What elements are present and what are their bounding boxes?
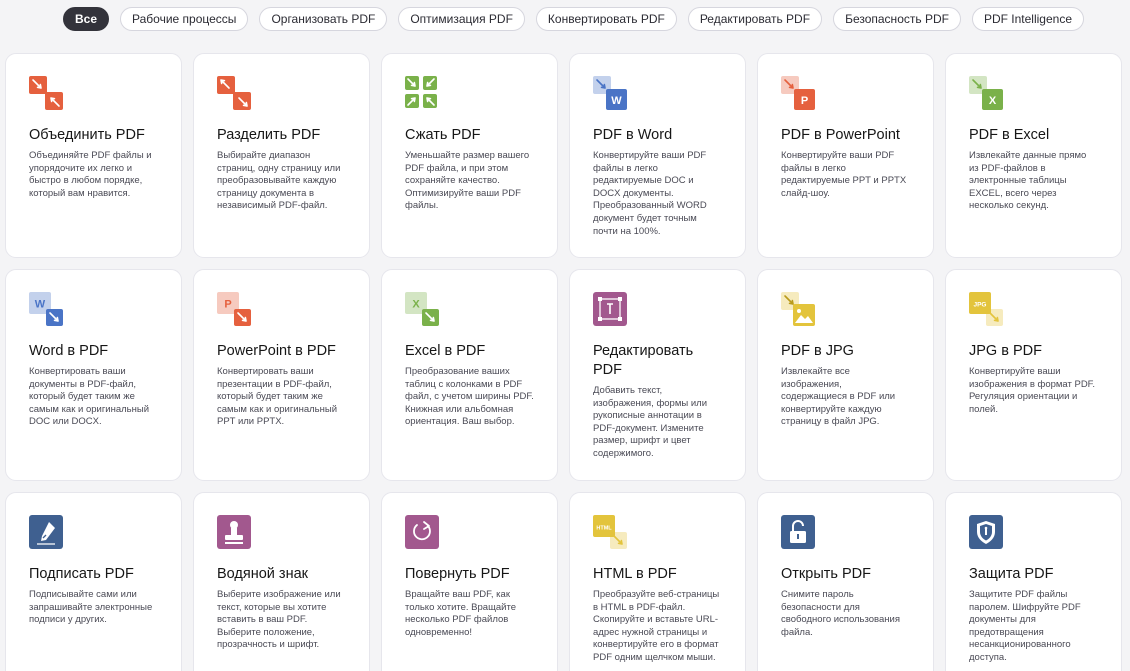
svg-text:P: P (801, 95, 808, 107)
excel-to-pdf-icon: X (405, 292, 441, 328)
filter-pill[interactable]: Все (63, 7, 110, 31)
tool-title: PDF в PowerPoint (781, 127, 900, 143)
jpg-to-pdf-icon: JPG (969, 292, 1005, 328)
tool-description: Подписывайте сами или запрашивайте элект… (29, 589, 153, 626)
tool-title: Подписать PDF (29, 566, 134, 582)
svg-text:W: W (35, 299, 46, 311)
filter-pill[interactable]: Редактировать PDF (687, 7, 823, 31)
tool-title: PowerPoint в PDF (217, 343, 336, 359)
sign-pdf-icon (29, 515, 65, 551)
tool-title: Word в PDF (29, 343, 109, 359)
svg-text:P: P (224, 299, 231, 311)
svg-text:W: W (611, 95, 622, 107)
tool-title: Повернуть PDF (405, 566, 510, 582)
tool-description: Извлекайте все изображения, содержащиеся… (781, 366, 896, 428)
filter-pill[interactable]: Конвертировать PDF (535, 7, 677, 31)
tool-title: PDF в Word (593, 127, 673, 143)
tool-description: Вращайте ваш PDF, как только хотите. Вра… (405, 589, 517, 638)
tool-card[interactable]: Защита PDF Защитите PDF файлы паролем. Ши… (945, 492, 1122, 671)
powerpoint-to-pdf-icon: P (217, 292, 253, 328)
tool-title: PDF в JPG (781, 343, 854, 359)
filter-pill[interactable]: Оптимизация PDF (398, 7, 525, 31)
filter-pill[interactable]: Рабочие процессы (120, 7, 249, 31)
tool-card[interactable]: Сжать PDF Уменьшайте размер вашего PDF фа… (381, 53, 558, 258)
tool-description: Преобразование ваших таблиц с колонками … (405, 366, 534, 428)
tool-title: Сжать PDF (405, 127, 481, 143)
tool-description: Конвертируйте ваши PDF файлы в легко ред… (593, 150, 707, 237)
rotate-pdf-icon (405, 515, 441, 551)
pdf-to-jpg-icon (781, 292, 817, 328)
tool-title: Разделить PDF (217, 127, 321, 143)
pdf-to-word-icon: W (593, 76, 629, 112)
tool-description: Выбирайте диапазон страниц, одну страниц… (217, 150, 341, 212)
tool-card[interactable]: X Excel в PDF Преобразование ваших таблиц … (381, 269, 558, 481)
tool-description: Извлекайте данные прямо из PDF-файлов в … (969, 150, 1087, 212)
tool-card[interactable]: W Word в PDF Конвертировать ваши документы… (5, 269, 182, 481)
tool-title: HTML в PDF (593, 566, 677, 582)
svg-text:JPG: JPG (973, 302, 986, 309)
tool-title: Водяной знак (217, 566, 308, 582)
category-filters: Все Рабочие процессы Организовать PDF Оптим… (63, 7, 1084, 31)
compress-icon (405, 76, 441, 112)
tool-title: Защита PDF (969, 566, 1054, 582)
tool-card[interactable]: Подписать PDF Подписывайте сами или запра… (5, 492, 182, 671)
unlock-pdf-icon (781, 515, 817, 551)
tool-description: Добавить текст, изображения, формы или р… (593, 385, 707, 459)
tool-card[interactable]: Повернуть PDF Вращайте ваш PDF, как тольк… (381, 492, 558, 671)
tool-description: Конвертируйте ваши изображения в формат … (969, 366, 1096, 415)
tool-title: JPG в PDF (969, 343, 1042, 359)
html-to-pdf-icon: HTML (593, 515, 629, 551)
tool-description: Уменьшайте размер вашего PDF файла, и пр… (405, 150, 530, 212)
tool-card[interactable]: Водяной знак Выберите изображение или тек… (193, 492, 370, 671)
tool-card[interactable]: HTML HTML в PDF Преобразуйте веб-страницы … (569, 492, 746, 671)
tool-description: Конвертировать ваши презентации в PDF-фа… (217, 366, 338, 428)
tools-page: Все Рабочие процессы Организовать PDF Оптим… (0, 0, 1130, 671)
pdf-to-excel-icon: X (969, 76, 1005, 112)
merge-icon (29, 76, 65, 112)
protect-pdf-icon (969, 515, 1005, 551)
tool-description: Объединяйте PDF файлы и упорядочите их л… (29, 150, 152, 199)
tool-card[interactable]: Редактировать PDF Добавить текст, изображ… (569, 269, 746, 481)
watermark-icon (217, 515, 253, 551)
tool-card[interactable]: P PDF в PowerPoint Конвертируйте ваши PDF … (757, 53, 934, 258)
filter-pill[interactable]: Безопасность PDF (833, 7, 961, 31)
edit-pdf-icon (593, 292, 629, 328)
tool-card[interactable]: Объединить PDF Объединяйте PDF файлы и уп… (5, 53, 182, 258)
tool-title: Excel в PDF (405, 343, 486, 359)
svg-text:HTML: HTML (596, 526, 612, 532)
split-icon (217, 76, 253, 112)
tool-description: Защитите PDF файлы паролем. Шифруйте PDF… (969, 589, 1081, 663)
tool-card[interactable]: PDF в JPG Извлекайте все изображения, сод… (757, 269, 934, 481)
pdf-to-powerpoint-icon: P (781, 76, 817, 112)
svg-text:X: X (989, 95, 997, 107)
tool-card[interactable]: W PDF в Word Конвертируйте ваши PDF файлы … (569, 53, 746, 258)
filter-pill[interactable]: PDF Intelligence (971, 7, 1084, 31)
tool-description: Конвертировать ваши документы в PDF-файл… (29, 366, 150, 428)
tool-card[interactable]: Открыть PDF Снимите пароль безопасности д… (757, 492, 934, 671)
tool-description: Выберите изображение или текст, которые … (217, 589, 341, 651)
tool-title: Объединить PDF (29, 127, 145, 143)
tool-description: Конвертируйте ваши PDF файлы в легко ред… (781, 150, 907, 199)
tool-title: Открыть PDF (781, 566, 871, 582)
svg-text:X: X (412, 299, 420, 311)
tools-grid: Объединить PDF Объединяйте PDF файлы и уп… (5, 53, 1122, 671)
tool-card[interactable]: P PowerPoint в PDF Конвертировать ваши пре… (193, 269, 370, 481)
filter-pill[interactable]: Организовать PDF (259, 7, 388, 31)
tool-card[interactable]: JPG JPG в PDF Конвертируйте ваши изображен… (945, 269, 1122, 481)
word-to-pdf-icon: W (29, 292, 65, 328)
tool-description: Снимите пароль безопасности для свободно… (781, 589, 900, 638)
tool-description: Преобразуйте веб-страницы в HTML в PDF-ф… (593, 589, 720, 663)
tool-card[interactable]: X PDF в Excel Извлекайте данные прямо из P… (945, 53, 1122, 258)
tool-title: Редактировать PDF (593, 343, 694, 378)
tool-title: PDF в Excel (969, 127, 1050, 143)
tool-card[interactable]: Разделить PDF Выбирайте диапазон страниц,… (193, 53, 370, 258)
